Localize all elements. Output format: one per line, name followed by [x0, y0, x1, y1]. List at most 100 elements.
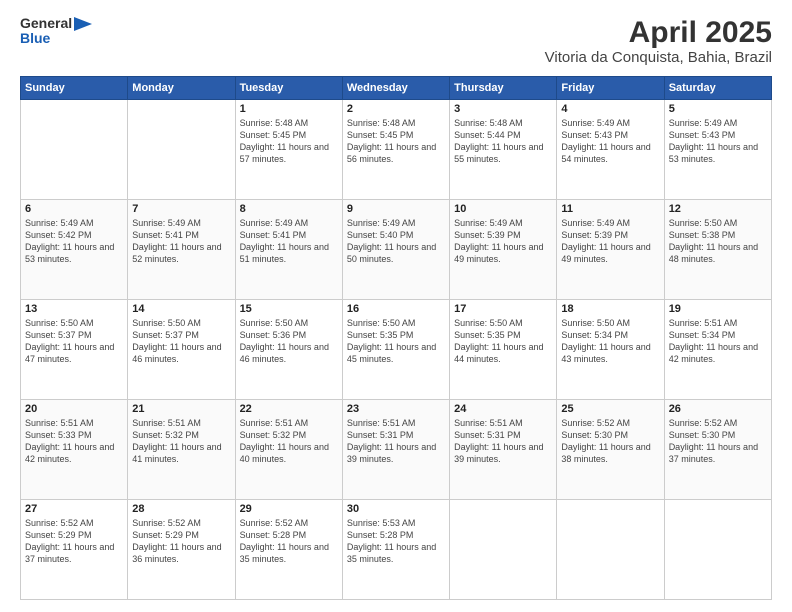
calendar-cell: 10 Sunrise: 5:49 AM Sunset: 5:39 PM Dayli…: [450, 200, 557, 300]
calendar-cell: 11Sunrise: 5:49 AM Sunset: 5:39 PM Dayli…: [557, 200, 664, 300]
day-number: 1: [240, 103, 338, 115]
calendar-cell: [21, 100, 128, 200]
cell-info: Sunrise: 5:50 AM Sunset: 5:38 PM Dayligh…: [669, 217, 767, 266]
cell-info: Sunrise: 5:51 AM Sunset: 5:31 PM Dayligh…: [347, 417, 445, 466]
calendar-cell: 22 Sunrise: 5:51 AM Sunset: 5:32 PM Dayli…: [235, 400, 342, 500]
day-number: 28: [132, 503, 230, 515]
day-number: 11: [561, 203, 659, 215]
day-number: 25: [561, 403, 659, 415]
calendar-header-cell: Wednesday: [342, 77, 449, 100]
cell-info: Sunrise: 5:51 AM Sunset: 5:34 PM Dayligh…: [669, 317, 767, 366]
location-subtitle: Vitoria da Conquista, Bahia, Brazil: [545, 49, 772, 66]
calendar-header-cell: Sunday: [21, 77, 128, 100]
day-number: 21: [132, 403, 230, 415]
calendar-cell: [128, 100, 235, 200]
calendar-week-row: 6 Sunrise: 5:49 AM Sunset: 5:42 PM Daylig…: [21, 200, 772, 300]
calendar-cell: 30 Sunrise: 5:53 AM Sunset: 5:28 PM Dayli…: [342, 500, 449, 600]
page: General Blue April 2025 Vitoria da Conqu…: [0, 0, 792, 612]
cell-info: Sunrise: 5:48 AM Sunset: 5:44 PM Dayligh…: [454, 117, 552, 166]
calendar-cell: 12 Sunrise: 5:50 AM Sunset: 5:38 PM Dayli…: [664, 200, 771, 300]
day-number: 17: [454, 303, 552, 315]
calendar-cell: 7 Sunrise: 5:49 AM Sunset: 5:41 PM Daylig…: [128, 200, 235, 300]
cell-info: Sunrise: 5:51 AM Sunset: 5:32 PM Dayligh…: [132, 417, 230, 466]
cell-info: Sunrise: 5:52 AM Sunset: 5:30 PM Dayligh…: [561, 417, 659, 466]
calendar-cell: 16 Sunrise: 5:50 AM Sunset: 5:35 PM Dayli…: [342, 300, 449, 400]
cell-info: Sunrise: 5:49 AM Sunset: 5:41 PM Dayligh…: [132, 217, 230, 266]
day-number: 8: [240, 203, 338, 215]
calendar-cell: 18Sunrise: 5:50 AM Sunset: 5:34 PM Dayli…: [557, 300, 664, 400]
cell-info: Sunrise: 5:52 AM Sunset: 5:29 PM Dayligh…: [132, 517, 230, 566]
cell-info: Sunrise: 5:48 AM Sunset: 5:45 PM Dayligh…: [347, 117, 445, 166]
calendar-cell: 8Sunrise: 5:49 AM Sunset: 5:41 PM Daylig…: [235, 200, 342, 300]
calendar-cell: [664, 500, 771, 600]
cell-info: Sunrise: 5:49 AM Sunset: 5:40 PM Dayligh…: [347, 217, 445, 266]
calendar-week-row: 13 Sunrise: 5:50 AM Sunset: 5:37 PM Dayli…: [21, 300, 772, 400]
calendar-cell: 4 Sunrise: 5:49 AM Sunset: 5:43 PM Daylig…: [557, 100, 664, 200]
calendar-cell: 23 Sunrise: 5:51 AM Sunset: 5:31 PM Dayli…: [342, 400, 449, 500]
calendar-week-row: 1 Sunrise: 5:48 AM Sunset: 5:45 PM Daylig…: [21, 100, 772, 200]
cell-info: Sunrise: 5:52 AM Sunset: 5:29 PM Dayligh…: [25, 517, 123, 566]
calendar-cell: 28 Sunrise: 5:52 AM Sunset: 5:29 PM Dayli…: [128, 500, 235, 600]
calendar-cell: [450, 500, 557, 600]
month-title: April 2025: [545, 16, 772, 49]
title-block: April 2025 Vitoria da Conquista, Bahia, …: [545, 16, 772, 66]
logo: General Blue: [20, 16, 92, 47]
cell-info: Sunrise: 5:51 AM Sunset: 5:33 PM Dayligh…: [25, 417, 123, 466]
day-number: 5: [669, 103, 767, 115]
cell-info: Sunrise: 5:52 AM Sunset: 5:30 PM Dayligh…: [669, 417, 767, 466]
day-number: 18: [561, 303, 659, 315]
day-number: 7: [132, 203, 230, 215]
calendar-cell: 3 Sunrise: 5:48 AM Sunset: 5:44 PM Daylig…: [450, 100, 557, 200]
calendar-cell: 20Sunrise: 5:51 AM Sunset: 5:33 PM Dayli…: [21, 400, 128, 500]
calendar-cell: 21 Sunrise: 5:51 AM Sunset: 5:32 PM Dayli…: [128, 400, 235, 500]
calendar-header-cell: Monday: [128, 77, 235, 100]
calendar-cell: 2 Sunrise: 5:48 AM Sunset: 5:45 PM Daylig…: [342, 100, 449, 200]
day-number: 6: [25, 203, 123, 215]
cell-info: Sunrise: 5:50 AM Sunset: 5:37 PM Dayligh…: [25, 317, 123, 366]
logo-general: General: [20, 16, 72, 31]
cell-info: Sunrise: 5:49 AM Sunset: 5:39 PM Dayligh…: [454, 217, 552, 266]
cell-info: Sunrise: 5:48 AM Sunset: 5:45 PM Dayligh…: [240, 117, 338, 166]
calendar-cell: 25 Sunrise: 5:52 AM Sunset: 5:30 PM Dayli…: [557, 400, 664, 500]
cell-info: Sunrise: 5:53 AM Sunset: 5:28 PM Dayligh…: [347, 517, 445, 566]
day-number: 10: [454, 203, 552, 215]
calendar-cell: 26Sunrise: 5:52 AM Sunset: 5:30 PM Dayli…: [664, 400, 771, 500]
calendar-cell: 19 Sunrise: 5:51 AM Sunset: 5:34 PM Dayli…: [664, 300, 771, 400]
calendar-week-row: 27 Sunrise: 5:52 AM Sunset: 5:29 PM Dayli…: [21, 500, 772, 600]
calendar-header-cell: Friday: [557, 77, 664, 100]
day-number: 4: [561, 103, 659, 115]
calendar-cell: 1 Sunrise: 5:48 AM Sunset: 5:45 PM Daylig…: [235, 100, 342, 200]
day-number: 13: [25, 303, 123, 315]
day-number: 16: [347, 303, 445, 315]
cell-info: Sunrise: 5:49 AM Sunset: 5:43 PM Dayligh…: [561, 117, 659, 166]
day-number: 12: [669, 203, 767, 215]
calendar-header-row: SundayMondayTuesdayWednesdayThursdayFrid…: [21, 77, 772, 100]
cell-info: Sunrise: 5:50 AM Sunset: 5:36 PM Dayligh…: [240, 317, 338, 366]
header: General Blue April 2025 Vitoria da Conqu…: [20, 16, 772, 66]
cell-info: Sunrise: 5:49 AM Sunset: 5:42 PM Dayligh…: [25, 217, 123, 266]
calendar-cell: 15 Sunrise: 5:50 AM Sunset: 5:36 PM Dayli…: [235, 300, 342, 400]
day-number: 23: [347, 403, 445, 415]
calendar-cell: 5Sunrise: 5:49 AM Sunset: 5:43 PM Daylig…: [664, 100, 771, 200]
day-number: 22: [240, 403, 338, 415]
logo-arrow-icon: [74, 17, 92, 31]
day-number: 9: [347, 203, 445, 215]
calendar-table: SundayMondayTuesdayWednesdayThursdayFrid…: [20, 76, 772, 600]
day-number: 19: [669, 303, 767, 315]
day-number: 2: [347, 103, 445, 115]
calendar-cell: 29Sunrise: 5:52 AM Sunset: 5:28 PM Dayli…: [235, 500, 342, 600]
calendar-cell: 17 Sunrise: 5:50 AM Sunset: 5:35 PM Dayli…: [450, 300, 557, 400]
cell-info: Sunrise: 5:50 AM Sunset: 5:35 PM Dayligh…: [454, 317, 552, 366]
day-number: 3: [454, 103, 552, 115]
day-number: 14: [132, 303, 230, 315]
calendar-cell: 13 Sunrise: 5:50 AM Sunset: 5:37 PM Dayli…: [21, 300, 128, 400]
cell-info: Sunrise: 5:51 AM Sunset: 5:32 PM Dayligh…: [240, 417, 338, 466]
day-number: 27: [25, 503, 123, 515]
day-number: 15: [240, 303, 338, 315]
calendar-header-cell: Saturday: [664, 77, 771, 100]
calendar-cell: 27 Sunrise: 5:52 AM Sunset: 5:29 PM Dayli…: [21, 500, 128, 600]
calendar-cell: 6 Sunrise: 5:49 AM Sunset: 5:42 PM Daylig…: [21, 200, 128, 300]
cell-info: Sunrise: 5:50 AM Sunset: 5:35 PM Dayligh…: [347, 317, 445, 366]
calendar-body: 1 Sunrise: 5:48 AM Sunset: 5:45 PM Daylig…: [21, 100, 772, 600]
day-number: 30: [347, 503, 445, 515]
